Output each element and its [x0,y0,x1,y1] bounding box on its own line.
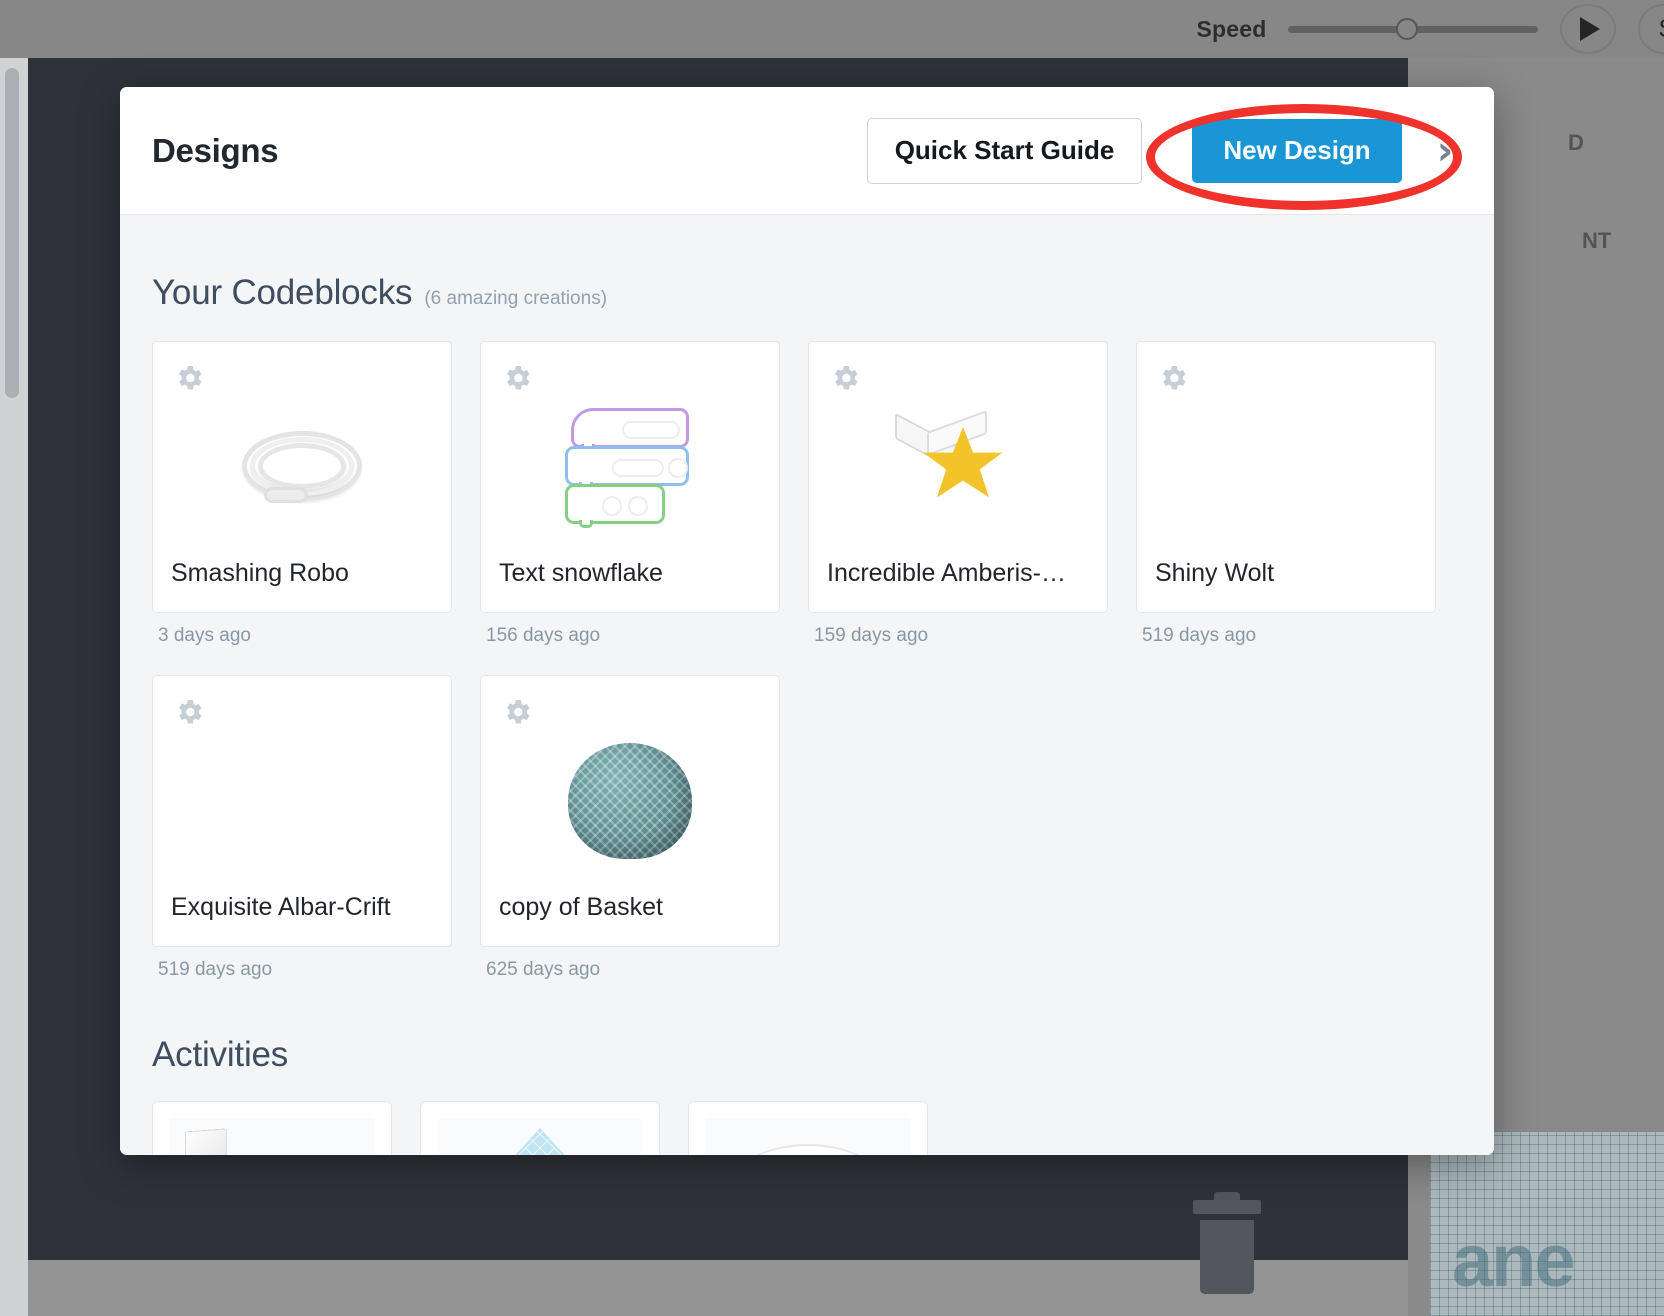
design-date: 156 days ago [480,613,780,647]
design-date: 519 days ago [1136,613,1436,647]
design-card-wrapper: Exquisite Albar-Crift 519 days ago [152,675,452,981]
empty-thumbnail [302,801,303,802]
modal-body[interactable]: Your Codeblocks (6 amazing creations) [120,215,1494,1155]
design-thumbnail [481,382,779,552]
workplane-flags-thumbnail: X X [437,1118,643,1155]
codeblocks-heading: Your Codeblocks [152,273,412,313]
star-thumbnail [893,417,1023,517]
design-card-wrapper: Shiny Wolt 519 days ago [1136,341,1436,647]
coil-thumbnail [242,431,362,503]
design-date: 159 days ago [808,613,1108,647]
quick-start-guide-button[interactable]: Quick Start Guide [867,118,1142,184]
modal-header: Designs Quick Start Guide New Design › [120,87,1494,215]
design-card[interactable]: Smashing Robo [152,341,452,613]
design-thumbnail [153,716,451,886]
design-card[interactable]: Exquisite Albar-Crift [152,675,452,947]
codeblocks-grid: Smashing Robo 3 days ago [152,341,1462,981]
quick-start-guide-label: Quick Start Guide [895,135,1115,166]
activity-card[interactable] [152,1101,392,1155]
dial-thumbnail: ROTATE [705,1118,911,1155]
design-card-wrapper: copy of Basket 625 days ago [480,675,780,981]
design-card-wrapper: Text snowflake 156 days ago [480,341,780,647]
activities-grid: X X ROTATE [152,1101,1462,1155]
design-title: copy of Basket [499,893,765,922]
design-card[interactable]: Text snowflake [480,341,780,613]
new-design-button[interactable]: New Design [1192,119,1402,183]
design-title: Shiny Wolt [1155,559,1421,588]
codeblocks-section-header: Your Codeblocks (6 amazing creations) [152,215,1462,341]
design-card[interactable]: copy of Basket [480,675,780,947]
blocks-thumbnail [565,408,695,526]
codeblocks-subtitle: (6 amazing creations) [424,288,607,310]
activities-section-header: Activities [152,981,1462,1101]
activity-card[interactable]: X X [420,1101,660,1155]
design-date: 519 days ago [152,947,452,981]
new-design-label: New Design [1223,135,1370,166]
design-title: Exquisite Albar-Crift [171,893,437,922]
design-thumbnail [1137,382,1435,552]
design-card-wrapper: Smashing Robo 3 days ago [152,341,452,647]
design-date: 3 days ago [152,613,452,647]
activities-heading: Activities [152,1035,1462,1075]
cube-thumbnail [169,1118,375,1155]
design-thumbnail [809,382,1107,552]
empty-thumbnail [1286,467,1287,468]
activity-card[interactable]: ROTATE [688,1101,928,1155]
application-root: D NT ane Speed Ste Designs Quick Start G… [0,0,1664,1316]
header-actions: Quick Start Guide New Design › [867,118,1462,184]
design-card[interactable]: Incredible Amberis-… [808,341,1108,613]
page-title: Designs [152,132,278,170]
design-title: Text snowflake [499,559,765,588]
design-card[interactable]: Shiny Wolt [1136,341,1436,613]
chevron-right-icon[interactable]: › [1428,134,1462,168]
design-date: 625 days ago [480,947,780,981]
design-title: Incredible Amberis-… [827,559,1093,588]
design-card-wrapper: Incredible Amberis-… 159 days ago [808,341,1108,647]
designs-modal: Designs Quick Start Guide New Design › Y… [120,87,1494,1155]
basket-thumbnail [568,743,692,859]
design-title: Smashing Robo [171,559,437,588]
design-thumbnail [153,382,451,552]
design-thumbnail [481,716,779,886]
